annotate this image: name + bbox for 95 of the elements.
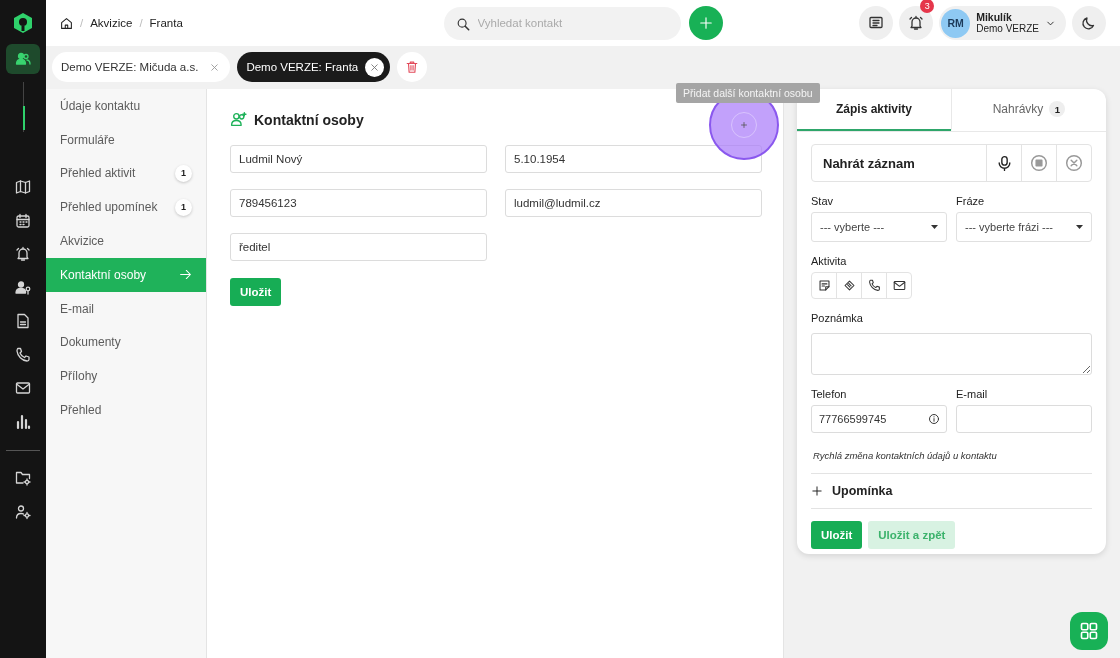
panel-tab[interactable]: Nahrávky 1 [951,89,1106,131]
breadcrumb-link[interactable]: Akvizice [90,17,133,29]
count-badge: 1 [1049,101,1066,117]
message-icon [868,15,885,31]
menu-item[interactable]: Přehled upomínek 1 [46,190,206,225]
close-icon [209,61,221,73]
menu-item-label: Údaje kontaktu [60,98,141,113]
field-label: Stav [811,195,834,207]
user-key-icon [15,279,31,296]
menu-item[interactable]: Přehled aktivit 1 [46,156,206,191]
note-icon [817,279,831,292]
count-badge: 1 [175,165,192,182]
breadcrumb-separator: / [139,17,143,29]
bar-chart-icon [15,413,31,430]
input-field[interactable]: ludmil@ludmil.cz [505,189,762,217]
add-button[interactable] [688,6,723,40]
count-badge: 1 [175,198,192,216]
field-label: Telefon [811,388,848,400]
phone-field[interactable]: 77766599745 [811,405,947,433]
phrase-dropdown[interactable]: --- vyberte frázi --- [956,212,1092,242]
avatar: RM [941,8,971,38]
grid-icon [1079,621,1099,641]
plus-icon [698,16,713,30]
notification-badge: 3 [920,0,935,13]
contact-tab[interactable]: Demo VERZE: Franta [237,52,391,82]
apps-button[interactable] [1070,612,1108,650]
menu-item-label: Přehled upomínek [60,200,158,215]
field-label: Aktivita [811,255,848,267]
calendar-icon [15,212,31,229]
delete-button[interactable] [397,52,428,82]
phone-icon [867,279,881,292]
moon-icon [1081,15,1097,31]
menu-item-label: Akvizice [60,234,104,249]
company-name: Demo VERZE [976,23,1039,35]
logo-icon[interactable] [12,12,34,34]
input-field[interactable]: ředitel [230,233,487,261]
users-icon [15,51,31,67]
menu-item[interactable]: Přehled [46,393,206,427]
user-menu[interactable]: RM Mikulík Demo VERZE [939,6,1066,40]
user-name: Mikulík [976,11,1013,23]
menu-item[interactable]: Přílohy [46,359,206,394]
note-field[interactable] [811,333,1092,375]
breadcrumb-separator: / [80,17,84,29]
menu-item-label: Přehled aktivit [60,166,136,181]
folder-gear-icon [15,470,31,486]
arrow-right-icon [179,268,192,282]
status-dropdown[interactable]: --- vyberte --- [811,212,947,242]
menu-item-label: Dokumenty [60,335,121,350]
menu-item-label: Kontaktní osoby [60,267,147,282]
user-add-icon [230,111,247,128]
section-title: Kontaktní osoby [254,111,364,128]
menu-item-label: E-mail [60,301,94,316]
menu-item-label: Přehled [60,403,102,418]
user-gear-icon [15,503,31,520]
menu-item[interactable]: Dokumenty [46,325,206,360]
plus-icon [739,120,749,130]
close-icon [369,61,381,73]
bell-icon [15,246,31,262]
trash-icon [405,60,420,74]
menu-item[interactable]: E-mail [46,291,206,326]
input-field[interactable]: Ludmil Nový [230,145,487,173]
menu-item-label: Formuláře [60,132,115,147]
caret-icon [931,225,938,229]
notes-button[interactable] [859,6,894,40]
plus-icon [811,485,823,497]
reminder-toggle[interactable]: Upomínka [811,473,1092,509]
document-icon [15,313,31,329]
field-label: E-mail [956,388,989,400]
phone-icon [15,346,31,363]
breadcrumb-link[interactable]: Franta [149,17,183,29]
rail-nav-button[interactable] [6,44,40,74]
stop-icon [1030,154,1048,172]
menu-item[interactable]: Akvizice [46,224,206,258]
bell-icon [908,15,925,31]
menu-item-label: Přílohy [60,369,98,384]
mail-icon [15,380,31,396]
close-circle-icon [1065,154,1083,172]
search-field[interactable]: Vyhledat kontakt [443,6,681,40]
tooltip: Přidat další kontaktní osobu [676,83,820,103]
field-label: Poznámka [811,312,864,324]
info-icon [928,413,940,425]
close-tab-button[interactable] [365,57,385,77]
input-field[interactable]: 789456123 [230,189,487,217]
email-field[interactable] [956,405,1092,433]
menu-item[interactable]: Údaje kontaktu [46,89,206,123]
field-label: Fráze [956,195,986,207]
home-icon [60,16,73,30]
record-label: Nahrát záznam [822,154,916,173]
map-icon [15,179,31,195]
menu-item[interactable]: Formuláře [46,122,206,157]
mail-icon [892,279,906,292]
caret-icon [1076,225,1083,229]
hint-text: Rychlá změna kontaktních údajů u kontaktu [813,450,998,461]
contact-tab[interactable]: Demo VERZE: Mičuda a.s. [52,52,231,82]
dark-mode-button[interactable] [1072,6,1106,40]
